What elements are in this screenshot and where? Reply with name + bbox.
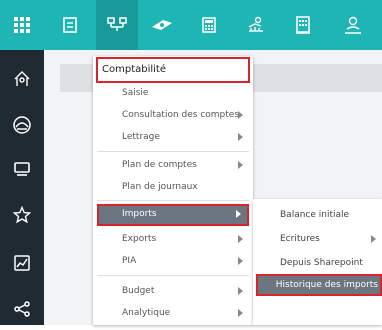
dashboard-icon[interactable] <box>0 104 44 146</box>
menu-item-lettrage[interactable]: Lettrage <box>97 127 249 147</box>
chevron-right-icon <box>238 111 243 119</box>
menu-divider <box>97 151 249 152</box>
menu-item-saisie[interactable]: Saisie <box>97 83 249 103</box>
menu-divider <box>97 275 249 276</box>
chevron-right-icon <box>238 235 243 243</box>
chevron-right-icon <box>238 287 243 295</box>
star-icon[interactable] <box>0 194 44 236</box>
journal-icon[interactable] <box>46 0 94 50</box>
submenu-item-balance-initiale[interactable]: Balance initiale <box>256 204 382 226</box>
menu-item-budget[interactable]: Budget <box>97 281 249 301</box>
submenu-item-ecritures[interactable]: Ecritures <box>256 228 382 250</box>
menu-item-imports[interactable]: Imports <box>97 204 249 226</box>
calculator-icon[interactable] <box>186 0 232 50</box>
menu-item-pia[interactable]: PIA <box>97 251 249 271</box>
user-icon[interactable] <box>328 0 378 50</box>
menu-item-consultation[interactable]: Consultation des comptes <box>97 105 249 125</box>
layers-icon[interactable] <box>0 148 44 190</box>
top-toolbar <box>0 0 382 50</box>
chevron-right-icon <box>238 161 243 169</box>
menu-item-analytique[interactable]: Analytique <box>97 303 249 323</box>
chevron-right-icon <box>238 257 243 265</box>
menu-header[interactable]: Comptabilité <box>96 57 250 83</box>
menu-divider <box>97 200 249 201</box>
home-icon[interactable] <box>0 58 44 100</box>
chart-icon[interactable] <box>0 242 44 284</box>
sidebar <box>0 50 44 325</box>
chevron-right-icon <box>238 309 243 317</box>
chevron-right-icon <box>238 133 243 141</box>
money-icon[interactable] <box>140 0 184 50</box>
chevron-right-icon <box>236 210 241 218</box>
menu-header-label: Comptabilité <box>102 64 166 75</box>
share-icon[interactable] <box>0 288 44 330</box>
menu-item-plan-journaux[interactable]: Plan de journaux <box>97 177 249 197</box>
grid-icon[interactable] <box>0 0 44 50</box>
submenu-item-historique-imports[interactable]: Historique des imports <box>256 274 382 296</box>
submenu-item-sharepoint[interactable]: Depuis Sharepoint <box>256 252 382 274</box>
menu-item-exports[interactable]: Exports <box>97 229 249 249</box>
building-icon[interactable] <box>280 0 326 50</box>
chevron-right-icon <box>371 235 376 243</box>
hierarchy-icon[interactable] <box>96 0 138 50</box>
menu-item-plan-comptes[interactable]: Plan de comptes <box>97 155 249 175</box>
bank-icon[interactable] <box>234 0 278 50</box>
